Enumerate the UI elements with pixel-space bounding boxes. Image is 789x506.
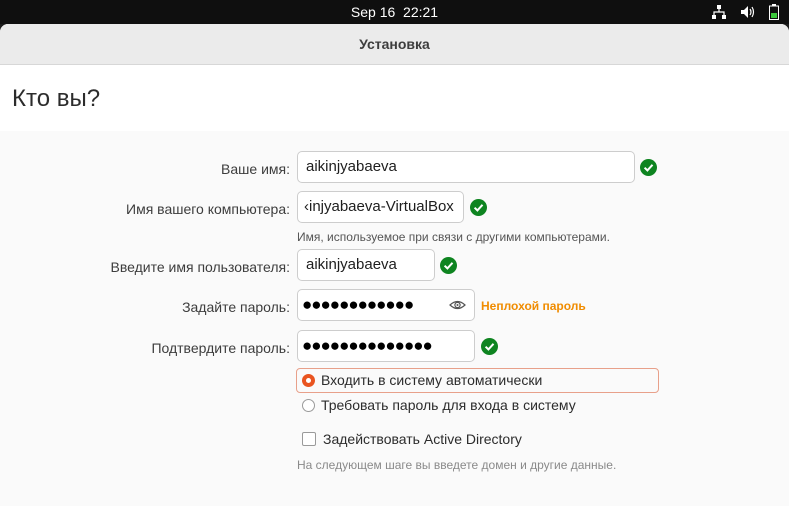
check-icon (440, 257, 457, 274)
computer-name-hint: Имя, используемое при связи с другими ко… (297, 230, 610, 244)
password-field[interactable]: ●●●●●●●●●●●● (297, 289, 475, 321)
check-icon (640, 159, 657, 176)
computer-name-field[interactable]: ‹injyabaeva-VirtualBox (297, 191, 464, 223)
clock-date: Sep 16 (350, 4, 396, 20)
radio-selected-icon (302, 373, 315, 387)
clock-time: 22:21 (403, 4, 439, 20)
page-title: Кто вы? (0, 65, 789, 132)
check-icon (470, 199, 487, 216)
battery-icon[interactable] (769, 4, 779, 20)
password-dots: ●●●●●●●●●●●● (302, 295, 414, 314)
password-label: Задайте пароль: (182, 299, 290, 315)
installer-window: Установка Кто вы? Ваше имя: aikinjyabaev… (0, 24, 789, 506)
active-directory-label: Задействовать Active Directory (323, 431, 522, 447)
system-tray[interactable] (712, 3, 779, 21)
confirm-password-field[interactable]: ●●●●●●●●●●●●●● (297, 330, 475, 362)
eye-icon[interactable] (449, 299, 466, 311)
check-icon (481, 338, 498, 355)
name-label: Ваше имя: (221, 161, 290, 177)
top-bar: Sep 16 22:21 (0, 0, 789, 24)
username-label: Введите имя пользователя: (110, 259, 290, 275)
network-icon[interactable] (712, 5, 726, 19)
checkbox-icon (302, 432, 316, 446)
name-field[interactable]: aikinjyabaeva (297, 151, 635, 183)
username-field[interactable]: aikinjyabaeva (297, 249, 435, 281)
password-strength: Неплохой пароль (481, 299, 586, 313)
confirm-password-label: Подтвердите пароль: (151, 340, 290, 356)
user-form: Ваше имя: aikinjyabaeva Имя вашего компь… (0, 131, 789, 506)
radio-unselected-icon (302, 398, 315, 412)
clock[interactable]: Sep 16 22:21 (0, 4, 789, 20)
login-auto-label: Входить в систему автоматически (321, 372, 543, 388)
computer-name-label: Имя вашего компьютера: (126, 201, 290, 217)
confirm-password-dots: ●●●●●●●●●●●●●● (302, 336, 433, 355)
window-title: Установка (0, 24, 789, 65)
login-password-radio[interactable]: Требовать пароль для входа в систему (302, 397, 576, 413)
volume-icon[interactable] (740, 5, 755, 19)
active-directory-hint: На следующем шаге вы введете домен и дру… (297, 458, 617, 472)
login-auto-radio[interactable]: Входить в систему автоматически (302, 372, 542, 388)
login-password-label: Требовать пароль для входа в систему (321, 397, 576, 413)
active-directory-checkbox[interactable]: Задействовать Active Directory (302, 431, 522, 447)
